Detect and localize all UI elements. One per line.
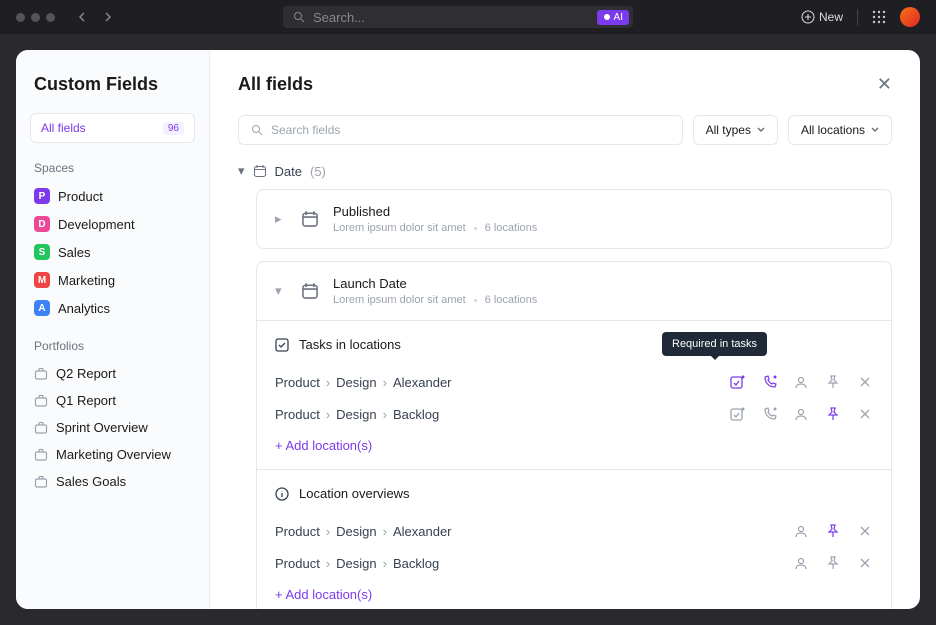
plus-circle-icon bbox=[801, 10, 815, 24]
caret-down-icon[interactable]: ▾ bbox=[238, 163, 245, 179]
briefcase-icon bbox=[34, 394, 48, 408]
briefcase-icon bbox=[34, 421, 48, 435]
sidebar-space-item[interactable]: AAnalytics bbox=[30, 295, 195, 321]
briefcase-icon bbox=[34, 367, 48, 381]
group-header[interactable]: ▾ Date (5) bbox=[238, 163, 892, 179]
location-row: Product›Design›AlexanderRequired in task… bbox=[275, 366, 873, 398]
sidebar-space-item[interactable]: PProduct bbox=[30, 183, 195, 209]
sidebar-space-item[interactable]: DDevelopment bbox=[30, 211, 195, 237]
search-fields-input[interactable]: Search fields bbox=[238, 115, 683, 145]
calendar-icon bbox=[301, 210, 319, 228]
caret-down-icon[interactable]: ▾ bbox=[275, 283, 287, 299]
search-icon bbox=[293, 11, 305, 23]
sidebar: Custom Fields All fields 96 Spaces PProd… bbox=[16, 50, 210, 609]
window-controls bbox=[16, 13, 55, 22]
user-avatar[interactable] bbox=[900, 7, 920, 27]
location-row: Product›Design›Backlog bbox=[275, 398, 873, 430]
add-location-link[interactable]: + Add location(s) bbox=[275, 579, 873, 602]
locations-dropdown[interactable]: All locations bbox=[788, 115, 892, 145]
space-icon: D bbox=[34, 216, 50, 232]
titlebar: Search... AI New bbox=[0, 0, 936, 34]
tasks-panel: Tasks in locations Product›Design›Alexan… bbox=[257, 321, 891, 470]
space-icon: A bbox=[34, 300, 50, 316]
field-row-expanded: ▾ Launch Date Lorem ipsum dolor sit amet… bbox=[256, 261, 892, 609]
caret-right-icon[interactable]: ▸ bbox=[275, 211, 287, 227]
breadcrumb: Product›Design›Backlog bbox=[275, 556, 439, 571]
sidebar-portfolio-item[interactable]: Marketing Overview bbox=[30, 442, 195, 467]
pin-icon[interactable] bbox=[825, 374, 841, 390]
sidebar-portfolio-item[interactable]: Sprint Overview bbox=[30, 415, 195, 440]
portfolios-label: Portfolios bbox=[30, 339, 195, 353]
field-row: ▸ Published Lorem ipsum dolor sit amet 6… bbox=[256, 189, 892, 249]
search-icon bbox=[251, 124, 263, 136]
owner-icon[interactable] bbox=[793, 406, 809, 422]
remove-icon[interactable] bbox=[857, 523, 873, 539]
sidebar-portfolio-item[interactable]: Q2 Report bbox=[30, 361, 195, 386]
remove-icon[interactable] bbox=[857, 555, 873, 571]
sidebar-portfolio-item[interactable]: Q1 Report bbox=[30, 388, 195, 413]
breadcrumb: Product›Design›Backlog bbox=[275, 407, 439, 422]
pin-icon[interactable] bbox=[825, 555, 841, 571]
required-icon[interactable] bbox=[729, 406, 745, 422]
sidebar-space-item[interactable]: MMarketing bbox=[30, 267, 195, 293]
pin-icon[interactable] bbox=[825, 523, 841, 539]
space-icon: M bbox=[34, 272, 50, 288]
calendar-icon bbox=[253, 164, 267, 178]
field-name: Launch Date bbox=[333, 276, 537, 291]
space-icon: P bbox=[34, 188, 50, 204]
calendar-icon bbox=[301, 282, 319, 300]
overviews-panel: Location overviews Product›Design›Alexan… bbox=[257, 470, 891, 609]
count-badge: 96 bbox=[163, 122, 184, 135]
types-dropdown[interactable]: All types bbox=[693, 115, 778, 145]
sidebar-title: Custom Fields bbox=[30, 74, 195, 95]
ai-badge[interactable]: AI bbox=[597, 10, 629, 25]
checkbox-icon bbox=[275, 338, 289, 352]
field-header[interactable]: ▸ Published Lorem ipsum dolor sit amet 6… bbox=[257, 190, 891, 248]
location-row: Product›Design›Backlog bbox=[275, 547, 873, 579]
owner-icon[interactable] bbox=[793, 555, 809, 571]
window-dot[interactable] bbox=[46, 13, 55, 22]
sidebar-filter-all[interactable]: All fields 96 bbox=[30, 113, 195, 143]
owner-icon[interactable] bbox=[793, 523, 809, 539]
briefcase-icon bbox=[34, 448, 48, 462]
info-icon bbox=[275, 487, 289, 501]
required-icon[interactable] bbox=[729, 374, 745, 390]
remove-icon[interactable] bbox=[857, 374, 873, 390]
search-placeholder: Search... bbox=[313, 10, 365, 25]
tooltip: Required in tasks bbox=[662, 332, 767, 356]
owner-icon[interactable] bbox=[793, 374, 809, 390]
sidebar-space-item[interactable]: SSales bbox=[30, 239, 195, 265]
close-icon[interactable]: ✕ bbox=[877, 74, 892, 95]
window-dot[interactable] bbox=[31, 13, 40, 22]
phone-icon[interactable] bbox=[761, 406, 777, 422]
phone-icon[interactable] bbox=[761, 374, 777, 390]
sidebar-portfolio-item[interactable]: Sales Goals bbox=[30, 469, 195, 494]
new-button[interactable]: New bbox=[801, 10, 843, 24]
chevron-down-icon bbox=[757, 126, 765, 134]
back-button[interactable] bbox=[75, 9, 91, 25]
space-icon: S bbox=[34, 244, 50, 260]
field-header[interactable]: ▾ Launch Date Lorem ipsum dolor sit amet… bbox=[257, 262, 891, 320]
global-search[interactable]: Search... AI bbox=[283, 6, 633, 28]
breadcrumb: Product›Design›Alexander bbox=[275, 524, 452, 539]
forward-button[interactable] bbox=[99, 9, 115, 25]
chevron-down-icon bbox=[871, 126, 879, 134]
field-name: Published bbox=[333, 204, 537, 219]
location-row: Product›Design›Alexander bbox=[275, 515, 873, 547]
divider bbox=[857, 9, 858, 25]
apps-grid-icon[interactable] bbox=[872, 10, 886, 24]
breadcrumb: Product›Design›Alexander bbox=[275, 375, 452, 390]
window-dot[interactable] bbox=[16, 13, 25, 22]
add-location-link[interactable]: + Add location(s) bbox=[275, 430, 873, 453]
pin-icon[interactable] bbox=[825, 406, 841, 422]
remove-icon[interactable] bbox=[857, 406, 873, 422]
spaces-label: Spaces bbox=[30, 161, 195, 175]
page-title: All fields bbox=[238, 74, 313, 95]
main-panel: All fields ✕ Search fields All types All… bbox=[210, 50, 920, 609]
briefcase-icon bbox=[34, 475, 48, 489]
